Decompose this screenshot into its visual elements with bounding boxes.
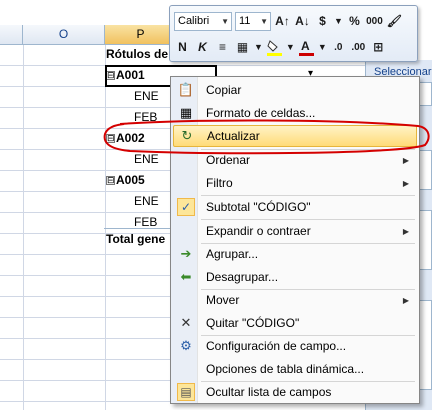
refresh-icon: ↻ xyxy=(181,128,193,143)
grid-line xyxy=(23,45,24,410)
pivot-grand-total[interactable]: Total gene xyxy=(106,229,165,250)
borders-icon[interactable]: ▦ xyxy=(234,38,251,57)
fill-color-icon[interactable] xyxy=(266,38,283,57)
menu-item-desagrupar[interactable]: ⬅ Desagrupar... xyxy=(173,266,417,288)
menu-item-formato-celdas[interactable]: ▦ Formato de celdas... xyxy=(173,102,417,124)
font-color-icon[interactable]: A xyxy=(298,38,315,57)
submenu-arrow-icon: ▶ xyxy=(402,226,409,236)
menu-item-label: Mover xyxy=(206,293,240,307)
blank-icon xyxy=(175,360,197,378)
collapse-icon[interactable]: ⊟ xyxy=(106,176,115,186)
menu-item-label: Agrupar... xyxy=(206,247,259,261)
menu-item-actualizar[interactable]: ↻ Actualizar xyxy=(173,125,417,147)
percent-button[interactable]: % xyxy=(346,12,363,31)
currency-button[interactable]: $ xyxy=(314,12,331,31)
mini-toolbar: Calibri ▼ 11 ▼ A↑ A↓ $ ▼ % 000 🖌 N K ≡ ▦ ▼… xyxy=(169,5,418,62)
pivot-row-labels-header[interactable]: Rótulos de xyxy=(106,44,168,65)
menu-item-label: Expandir o contraer xyxy=(206,224,311,238)
font-size-combo[interactable]: 11 ▼ xyxy=(235,11,271,31)
menu-item-label: Actualizar xyxy=(207,129,260,143)
chevron-down-icon[interactable]: ▼ xyxy=(318,38,327,57)
menu-item-agrupar[interactable]: ➔ Agrupar... xyxy=(173,243,417,265)
submenu-arrow-icon: ▶ xyxy=(402,155,409,165)
submenu-arrow-icon: ▶ xyxy=(402,295,409,305)
menu-item-mover[interactable]: Mover ▶ xyxy=(173,289,417,311)
group-arrow-icon: ➔ xyxy=(180,246,192,261)
chevron-down-icon[interactable]: ▼ xyxy=(334,12,343,31)
menu-item-subtotal[interactable]: ✓ Subtotal "CÓDIGO" xyxy=(173,196,417,218)
thousands-button[interactable]: 000 xyxy=(366,12,383,31)
pivot-item-ene[interactable]: ENE xyxy=(106,149,159,170)
bold-button[interactable]: N xyxy=(174,38,191,57)
merge-cells-icon[interactable]: ⊞ xyxy=(370,38,387,57)
svg-text:A: A xyxy=(301,39,310,53)
menu-item-label: Desagrupar... xyxy=(206,270,279,284)
font-name-combo[interactable]: Calibri ▼ xyxy=(174,11,232,31)
menu-item-label: Quitar "CÓDIGO" xyxy=(206,316,300,330)
menu-item-label: Opciones de tabla dinámica... xyxy=(206,362,365,376)
format-painter-icon[interactable]: 🖌 xyxy=(386,12,403,31)
field-list-icon: ▤ xyxy=(177,383,195,401)
column-header-p[interactable]: P xyxy=(105,25,177,45)
menu-item-label: Filtro xyxy=(206,176,233,190)
decrease-font-button[interactable]: A↓ xyxy=(294,12,311,31)
pivot-item-feb[interactable]: FEB xyxy=(106,107,157,128)
blank-icon xyxy=(175,151,197,169)
pivot-item-a002[interactable]: ⊟A002 xyxy=(106,128,145,149)
blank-icon xyxy=(175,174,197,192)
menu-item-label: Formato de celdas... xyxy=(206,106,316,120)
ungroup-arrow-icon: ⬅ xyxy=(180,269,192,284)
menu-item-label: Ocultar lista de campos xyxy=(206,385,332,399)
submenu-arrow-icon: ▶ xyxy=(402,178,409,188)
chevron-down-icon: ▼ xyxy=(221,16,229,26)
field-settings-icon: ⚙ xyxy=(180,338,192,353)
pivot-item-a005[interactable]: ⊟A005 xyxy=(106,170,145,191)
remove-x-icon: ✕ xyxy=(180,315,192,330)
menu-item-quitar[interactable]: ✕ Quitar "CÓDIGO" xyxy=(173,312,417,334)
menu-item-filtro[interactable]: Filtro ▶ xyxy=(173,172,417,194)
menu-item-label: Configuración de campo... xyxy=(206,339,347,353)
menu-item-ordenar[interactable]: Ordenar ▶ xyxy=(173,149,417,171)
chevron-down-icon: ▼ xyxy=(260,16,268,26)
column-header-prev[interactable] xyxy=(0,25,23,45)
menu-item-label: Ordenar xyxy=(206,153,251,167)
menu-item-label: Subtotal "CÓDIGO" xyxy=(206,200,311,214)
italic-button[interactable]: K xyxy=(194,38,211,57)
context-menu: 📋 Copiar ▦ Formato de celdas... ↻ Actual… xyxy=(170,76,420,404)
checkmark-icon: ✓ xyxy=(177,198,195,216)
increase-font-button[interactable]: A↑ xyxy=(274,12,291,31)
increase-decimal-icon[interactable]: .00 xyxy=(350,38,367,57)
format-cells-icon: ▦ xyxy=(179,105,193,120)
menu-item-configuracion-campo[interactable]: ⚙ Configuración de campo... xyxy=(173,335,417,357)
chevron-down-icon[interactable]: ▼ xyxy=(254,38,263,57)
center-align-button[interactable]: ≡ xyxy=(214,38,231,57)
copy-icon: 📋 xyxy=(177,82,195,97)
menu-item-opciones-tabla[interactable]: Opciones de tabla dinámica... xyxy=(173,358,417,380)
pivot-item-ene[interactable]: ENE xyxy=(106,191,159,212)
collapse-icon[interactable]: ⊟ xyxy=(106,134,115,144)
menu-item-expandir-contraer[interactable]: Expandir o contraer ▶ xyxy=(173,220,417,242)
blank-icon xyxy=(175,291,197,309)
pivot-item-ene[interactable]: ENE xyxy=(106,86,159,107)
menu-item-copiar[interactable]: 📋 Copiar xyxy=(173,79,417,101)
decrease-decimal-icon[interactable]: .0 xyxy=(330,38,347,57)
menu-item-label: Copiar xyxy=(206,83,242,97)
blank-icon xyxy=(175,222,197,240)
column-header-o[interactable]: O xyxy=(23,25,105,45)
menu-item-ocultar-lista[interactable]: ▤ Ocultar lista de campos xyxy=(173,381,417,403)
chevron-down-icon[interactable]: ▼ xyxy=(286,38,295,57)
